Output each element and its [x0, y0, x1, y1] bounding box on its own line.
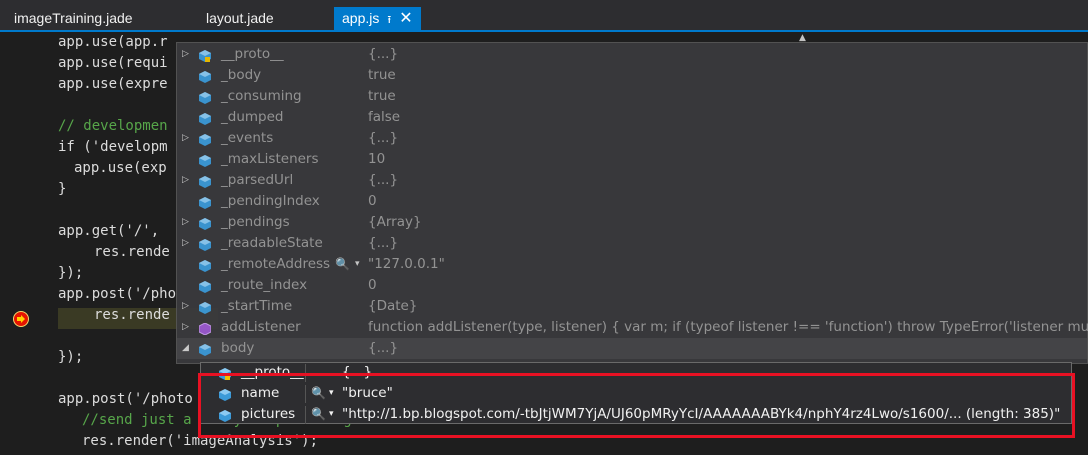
- field-icon: [199, 300, 211, 314]
- code-line[interactable]: app.use(app.r: [58, 32, 168, 53]
- breakpoint-current-statement-icon[interactable]: [13, 311, 29, 327]
- datatip-row[interactable]: _maxListeners 10: [177, 149, 1087, 170]
- field-icon: [199, 216, 211, 230]
- expand-icon[interactable]: ▷: [182, 233, 192, 254]
- datatip-row[interactable]: _remoteAddress 🔍 ▾ "127.0.0.1": [177, 254, 1087, 275]
- tab-app-js[interactable]: app.js ⭱ ✕: [334, 7, 421, 30]
- close-icon[interactable]: ✕: [399, 10, 412, 27]
- datatip-name: _startTime: [221, 298, 293, 314]
- field-icon: [199, 132, 211, 146]
- datatip-value[interactable]: true: [368, 65, 396, 86]
- datatip-value[interactable]: 10: [368, 149, 385, 170]
- code-line[interactable]: res.rende: [94, 242, 170, 263]
- code-line[interactable]: app.get('/',: [58, 221, 159, 242]
- expand-icon[interactable]: ▷: [182, 170, 192, 191]
- field-icon: [199, 111, 211, 125]
- method-icon: [198, 321, 212, 336]
- expand-icon[interactable]: ▷: [182, 296, 192, 317]
- datatip-row[interactable]: ▷ _events {...}: [177, 128, 1087, 149]
- breakpoint-margin[interactable]: [0, 32, 38, 455]
- datatip-name: _dumped: [221, 109, 284, 125]
- code-line[interactable]: });: [58, 347, 83, 368]
- datatip-row[interactable]: ▷ addListener function addListener(type, l…: [177, 317, 1088, 338]
- expand-icon[interactable]: ▷: [182, 212, 192, 233]
- annotation-highlight-box: [198, 373, 1075, 438]
- scroll-up-icon[interactable]: ▲: [799, 33, 806, 43]
- code-line[interactable]: res.rende: [94, 305, 170, 326]
- datatip-panel[interactable]: ▲ ▷ __proto__ {...} _body true _consuming true…: [176, 33, 1088, 364]
- code-line[interactable]: app.use(expre: [58, 74, 168, 95]
- datatip-value[interactable]: {...}: [368, 233, 398, 254]
- tab-bar: imageTraining.jade layout.jade app.js ⭱ ✕: [0, 0, 1088, 32]
- code-line[interactable]: app.use(requi: [58, 53, 168, 74]
- datatip-value[interactable]: function addListener(type, listener) { v…: [368, 317, 1088, 338]
- datatip-row[interactable]: _route_index 0: [177, 275, 1087, 296]
- pin-icon[interactable]: ⭱: [387, 14, 391, 26]
- datatip-row[interactable]: _body true: [177, 65, 1087, 86]
- datatip-name: _pendings: [221, 214, 290, 230]
- datatip-row[interactable]: ▷ _parsedUrl {...}: [177, 170, 1087, 191]
- datatip-value[interactable]: {Date}: [368, 296, 417, 317]
- datatip-name: _parsedUrl: [221, 172, 294, 188]
- datatip-name: _events: [221, 130, 274, 146]
- code-line[interactable]: // developmen: [58, 116, 168, 137]
- datatip-name: _maxListeners: [221, 151, 319, 167]
- datatip-name: _route_index: [221, 277, 308, 293]
- datatip-row[interactable]: ▷ _startTime {Date}: [177, 296, 1087, 317]
- datatip-row[interactable]: _dumped false: [177, 107, 1087, 128]
- datatip-row[interactable]: _pendingIndex 0: [177, 191, 1087, 212]
- code-line[interactable]: if ('developm: [58, 137, 168, 158]
- datatip-value[interactable]: {...}: [368, 170, 398, 191]
- datatip-value[interactable]: 0: [368, 191, 377, 212]
- datatip-name: body: [221, 340, 255, 356]
- field-icon: [199, 237, 211, 251]
- field-icon: [199, 153, 211, 167]
- datatip-row[interactable]: ▷ _readableState {...}: [177, 233, 1087, 254]
- datatip-row[interactable]: _consuming true: [177, 86, 1087, 107]
- magnifier-icon[interactable]: 🔍: [335, 254, 350, 275]
- datatip-name: addListener: [221, 319, 301, 335]
- field-icon: [199, 279, 211, 293]
- field-icon: [199, 174, 211, 188]
- datatip-value[interactable]: {Array}: [368, 212, 422, 233]
- field-icon: [199, 195, 211, 209]
- datatip-value[interactable]: "127.0.0.1": [368, 254, 445, 275]
- datatip-value[interactable]: false: [368, 107, 400, 128]
- expand-icon[interactable]: ▷: [182, 317, 192, 338]
- datatip-value[interactable]: 0: [368, 275, 377, 296]
- datatip-name: _remoteAddress: [221, 256, 331, 272]
- object-locked-icon: [199, 48, 211, 62]
- expand-icon[interactable]: ▷: [182, 44, 192, 65]
- field-icon: [199, 258, 211, 272]
- datatip-value[interactable]: {...}: [368, 128, 398, 149]
- tab-imagetraining-jade[interactable]: imageTraining.jade: [14, 7, 133, 30]
- code-line[interactable]: }: [58, 179, 66, 200]
- code-line[interactable]: app.post('/pho: [58, 284, 176, 305]
- expand-icon[interactable]: ▷: [182, 128, 192, 149]
- datatip-name: _consuming: [221, 88, 302, 104]
- tab-layout-jade[interactable]: layout.jade: [206, 7, 274, 30]
- visualizer-dropdown-icon[interactable]: ▾: [355, 254, 360, 275]
- datatip-name: _pendingIndex: [221, 193, 320, 209]
- datatip-name: _body: [221, 67, 262, 83]
- datatip-name: __proto__: [221, 46, 284, 62]
- code-line[interactable]: app.post('/photo: [58, 389, 193, 410]
- datatip-row[interactable]: ◢ body {...}: [177, 338, 1087, 359]
- field-icon: [199, 342, 211, 356]
- datatip-value[interactable]: {...}: [368, 44, 398, 65]
- field-icon: [199, 69, 211, 83]
- code-line[interactable]: app.use(exp: [74, 158, 167, 179]
- tab-label: app.js: [342, 10, 380, 26]
- collapse-icon[interactable]: ◢: [182, 338, 192, 359]
- code-line[interactable]: });: [58, 263, 83, 284]
- datatip-value[interactable]: true: [368, 86, 396, 107]
- datatip-row[interactable]: ▷ _pendings {Array}: [177, 212, 1087, 233]
- datatip-name: _readableState: [221, 235, 323, 251]
- field-icon: [199, 90, 211, 104]
- datatip-row[interactable]: ▷ __proto__ {...}: [177, 44, 1087, 65]
- datatip-value[interactable]: {...}: [368, 338, 398, 359]
